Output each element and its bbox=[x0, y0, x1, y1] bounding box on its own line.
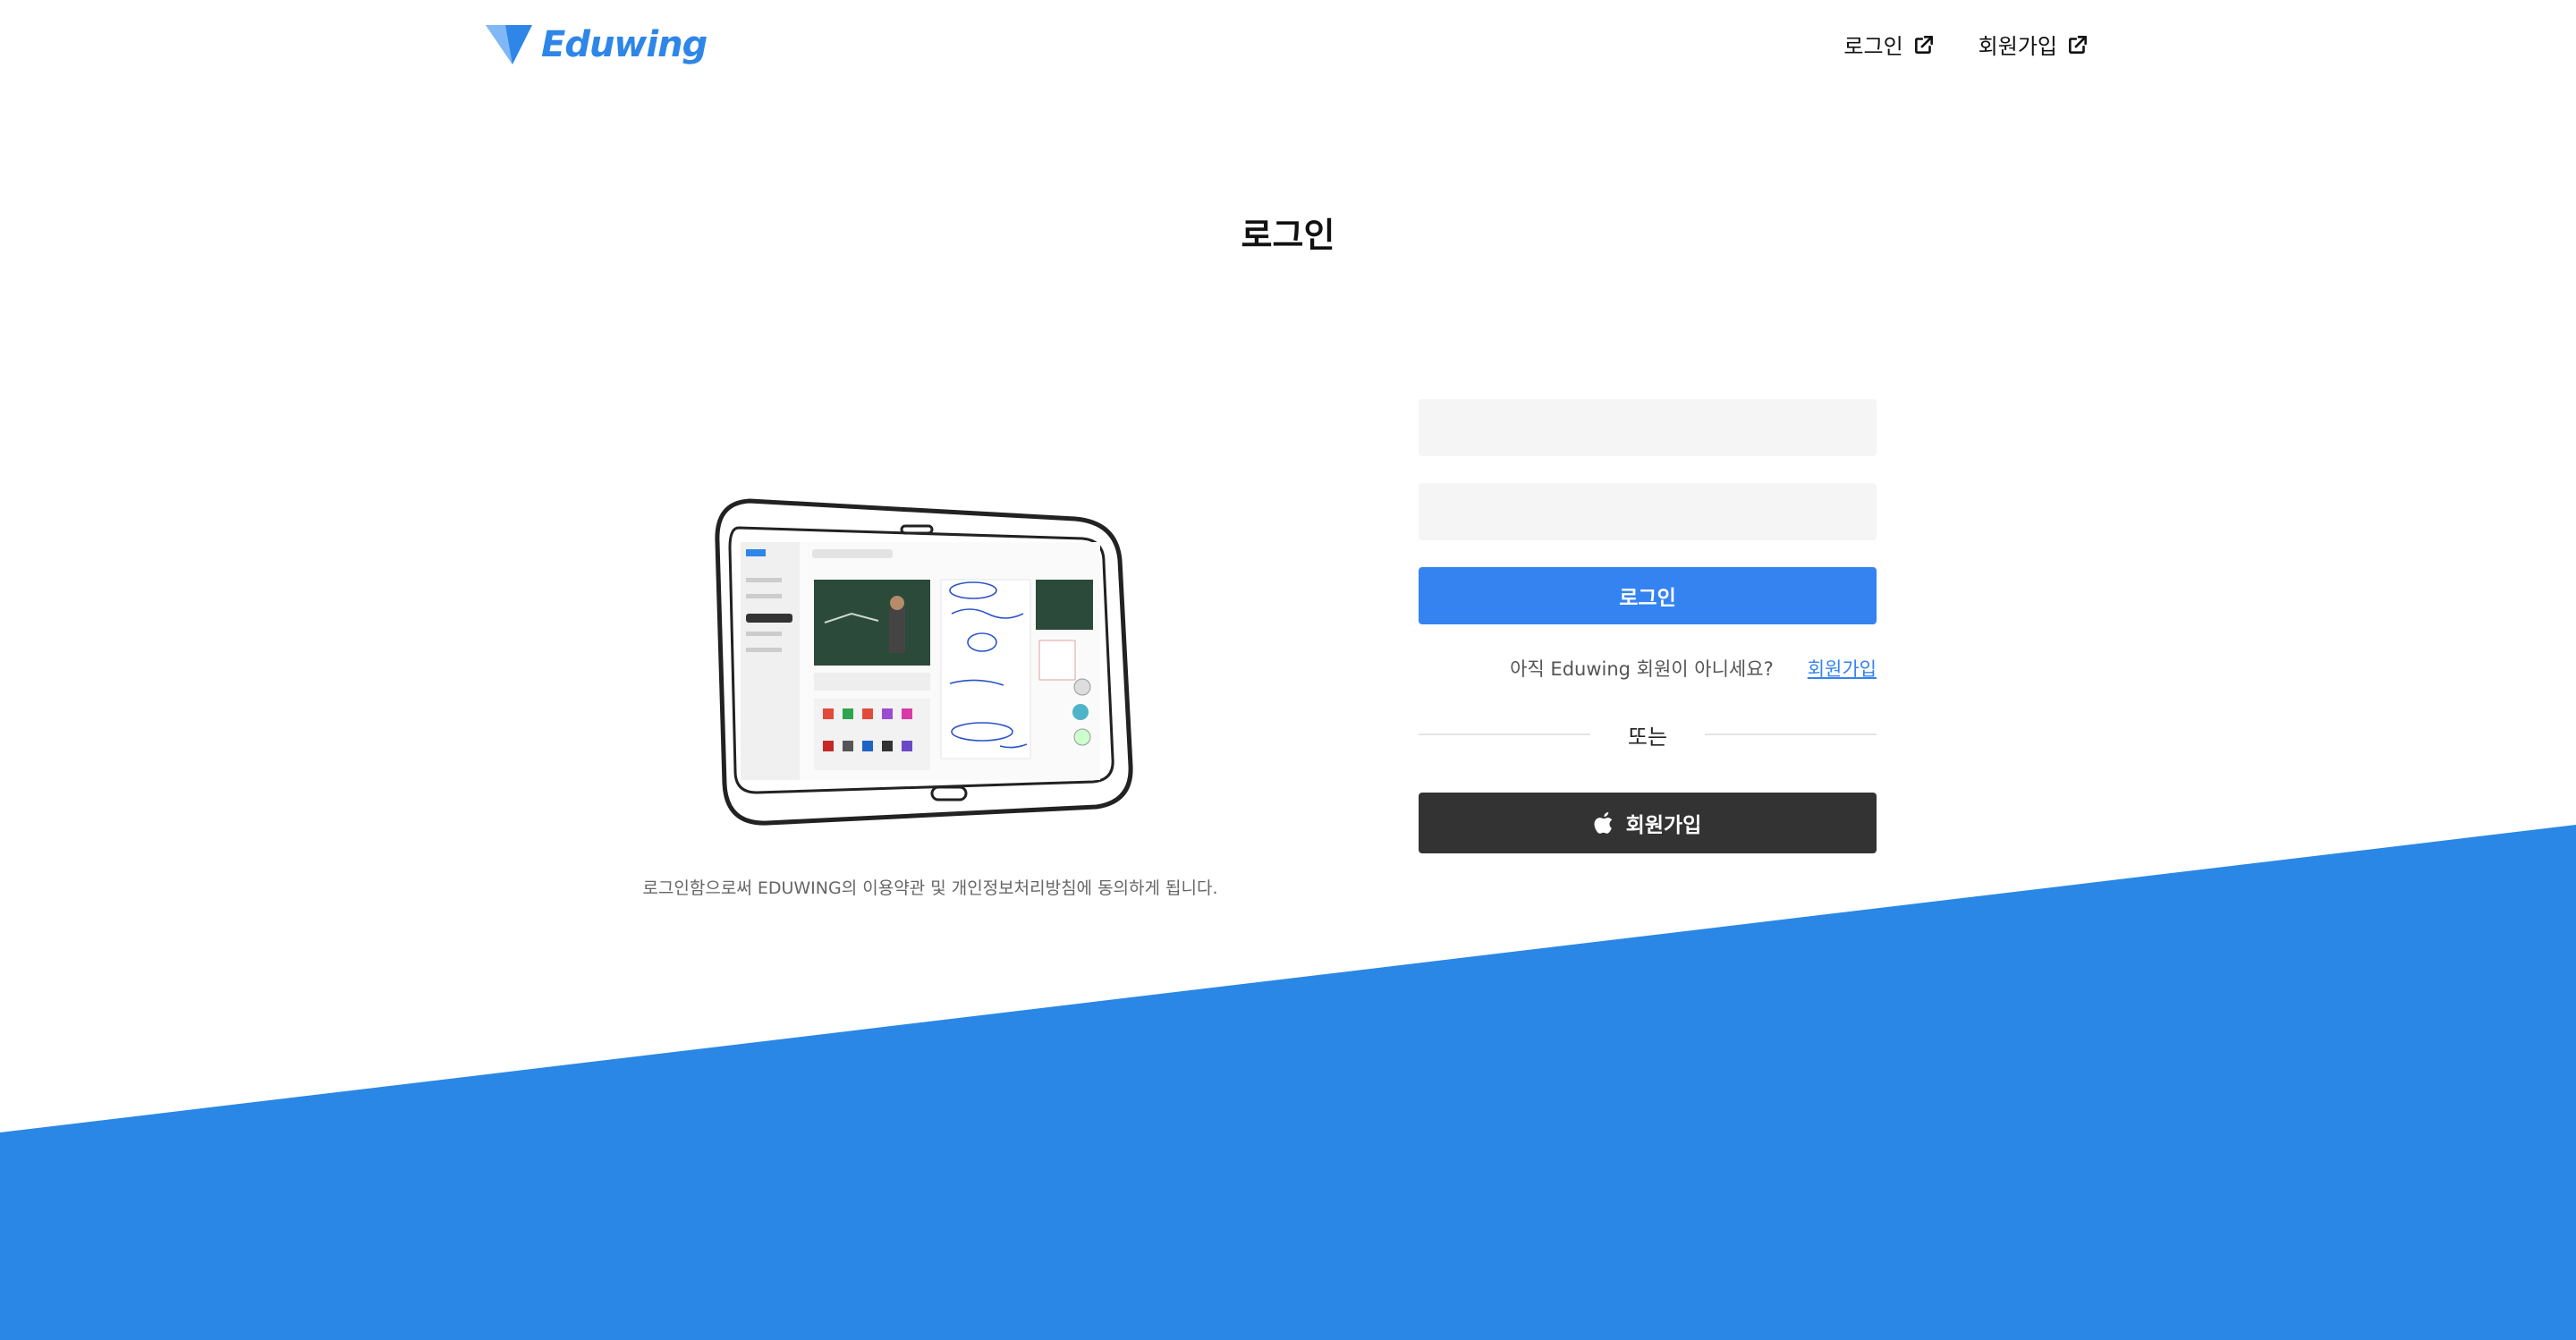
nav-signup-label: 회원가입 bbox=[1978, 34, 2057, 59]
eduwing-logo-icon bbox=[486, 25, 532, 64]
id-input[interactable] bbox=[1419, 399, 1877, 456]
divider-line-left bbox=[1419, 734, 1590, 735]
or-divider: 또는 bbox=[1419, 721, 1877, 750]
signup-prompt: 아직 Eduwing 회원이 아니세요? 회원가입 bbox=[1419, 655, 1877, 682]
header: Eduwing 로그인 회원가입 bbox=[0, 0, 2576, 98]
nav-signup-link[interactable]: 회원가입 bbox=[1979, 29, 2089, 60]
page-title: 로그인 bbox=[1241, 216, 1335, 255]
nav-login-link[interactable]: 로그인 bbox=[1843, 29, 1935, 60]
apple-button-label: 회원가입 bbox=[1625, 814, 1702, 837]
terms-notice: 로그인함으로써 EDUWING의 이용약관 및 개인정보처리방침에 동의하게 됩… bbox=[642, 878, 1218, 898]
external-link-icon bbox=[1914, 35, 1933, 54]
divider-line-right bbox=[1705, 734, 1877, 735]
signup-link[interactable]: 회원가입 bbox=[1808, 655, 1877, 682]
top-nav: 로그인 회원가입 bbox=[1801, 29, 2089, 60]
nav-login-label: 로그인 bbox=[1843, 34, 1903, 59]
login-form: 로그인 아직 Eduwing 회원이 아니세요? 회원가입 또는 회원가입 bbox=[1419, 399, 1877, 853]
logo-text: Eduwing bbox=[541, 24, 708, 65]
tablet-illustration bbox=[715, 498, 1133, 826]
no-account-text: 아직 Eduwing 회원이 아니세요? bbox=[1510, 658, 1774, 680]
password-input[interactable] bbox=[1419, 483, 1877, 540]
external-link-icon bbox=[2069, 35, 2087, 54]
logo[interactable]: Eduwing bbox=[486, 21, 708, 68]
divider-text: 또는 bbox=[1627, 724, 1668, 750]
background-wave bbox=[0, 825, 2576, 1340]
apple-signup-button[interactable]: 회원가입 bbox=[1419, 793, 1877, 853]
apple-icon bbox=[1594, 811, 1612, 834]
login-page: Eduwing 로그인 회원가입 로그인 로그인함으로써 EDUWING의 이용… bbox=[0, 0, 2576, 1340]
login-button[interactable]: 로그인 bbox=[1419, 567, 1877, 624]
